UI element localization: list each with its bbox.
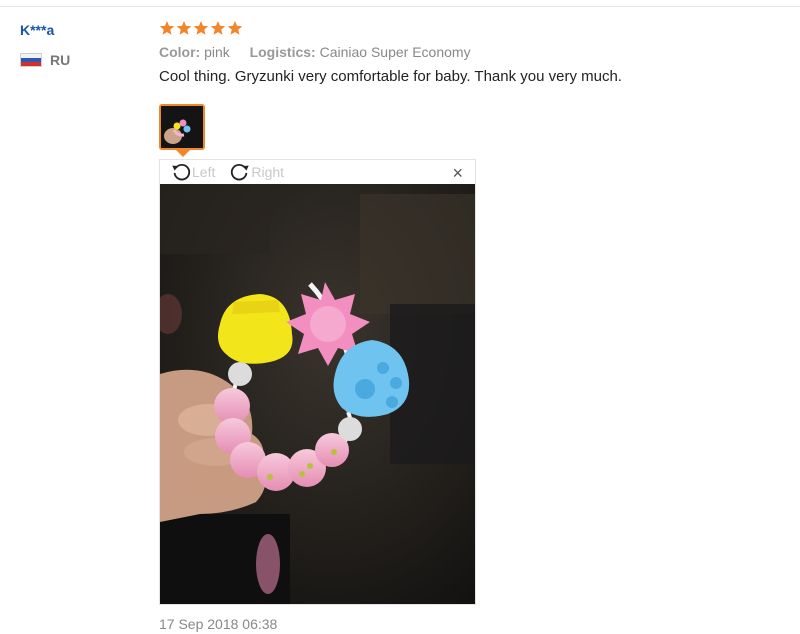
star-icon <box>159 21 175 35</box>
photo-viewer: Left Right × <box>159 159 476 605</box>
thumbnail-image <box>161 106 203 148</box>
top-divider <box>0 6 800 7</box>
logistics-value: Cainiao Super Economy <box>319 44 471 60</box>
logistics-label: Logistics: <box>249 44 316 60</box>
order-meta: Color: pink Logistics: Cainiao Super Eco… <box>159 44 779 60</box>
star-icon <box>176 21 192 35</box>
star-icon <box>193 21 209 35</box>
rotate-right-label: Right <box>251 164 285 180</box>
star-rating <box>159 20 779 36</box>
color-value: pink <box>204 44 230 60</box>
rotate-right-button[interactable]: Right <box>229 161 284 183</box>
rotate-right-icon <box>231 163 250 181</box>
review-photo <box>160 184 475 604</box>
reviewer-name[interactable]: K***a <box>20 22 70 38</box>
viewer-toolbar: Left Right × <box>160 160 475 184</box>
star-icon <box>227 21 243 35</box>
review-date: 17 Sep 2018 06:38 <box>159 616 278 632</box>
reviewer-country: RU <box>20 52 70 68</box>
star-icon <box>210 21 226 35</box>
thumbnail-pointer <box>176 150 190 157</box>
close-icon[interactable]: × <box>452 163 463 184</box>
rotate-left-icon <box>172 163 191 181</box>
country-code: RU <box>50 52 71 68</box>
review-text: Cool thing. Gryzunki very comfortable fo… <box>159 68 622 85</box>
russia-flag-icon <box>20 53 42 67</box>
reviewer-info: K***a RU <box>20 22 70 68</box>
review-photo-thumbnail[interactable] <box>159 104 205 150</box>
rotate-left-label: Left <box>192 164 216 180</box>
rotate-left-button[interactable]: Left <box>170 161 215 183</box>
review-content: Color: pink Logistics: Cainiao Super Eco… <box>159 20 779 85</box>
color-label: Color: <box>159 44 201 60</box>
